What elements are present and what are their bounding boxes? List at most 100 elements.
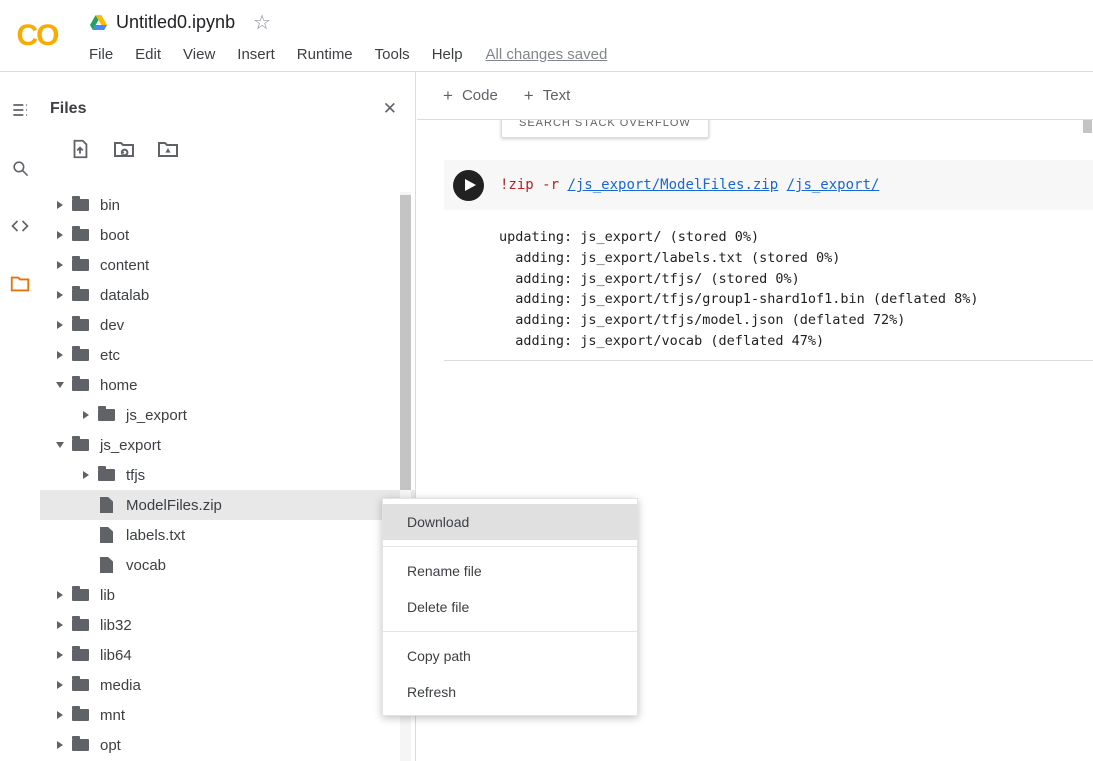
chevron-right-icon[interactable]	[50, 340, 70, 370]
menu-divider	[383, 546, 637, 547]
tree-item-home[interactable]: home	[40, 370, 415, 400]
refresh-folder-icon[interactable]	[111, 136, 137, 162]
chevron-right-icon[interactable]	[50, 580, 70, 610]
chevron-placeholder	[76, 490, 96, 520]
tree-item-lib64[interactable]: lib64	[40, 640, 415, 670]
context-menu-item-rename-file[interactable]: Rename file	[383, 553, 637, 589]
menu-tools[interactable]: Tools	[364, 41, 421, 68]
context-menu-item-copy-path[interactable]: Copy path	[383, 638, 637, 674]
tree-item-home-js-export[interactable]: js_export	[40, 400, 415, 430]
path-link-2[interactable]: /js_export/	[787, 177, 880, 193]
chevron-right-icon[interactable]	[76, 400, 96, 430]
tree-item-mnt[interactable]: mnt	[40, 700, 415, 730]
chevron-right-icon[interactable]	[50, 190, 70, 220]
tree-item-label: dev	[100, 317, 124, 334]
chevron-right-icon[interactable]	[50, 310, 70, 340]
tree-item-label: media	[100, 677, 141, 694]
chevron-right-icon[interactable]	[50, 250, 70, 280]
tree-item-dev[interactable]: dev	[40, 310, 415, 340]
tree-item-opt[interactable]: opt	[40, 730, 415, 760]
chevron-down-icon[interactable]	[50, 370, 70, 400]
notebook-title[interactable]: Untitled0.ipynb	[116, 12, 235, 33]
chevron-right-icon[interactable]	[50, 610, 70, 640]
tree-item-content[interactable]: content	[40, 250, 415, 280]
folder-icon	[98, 469, 115, 481]
tree-item-media[interactable]: media	[40, 670, 415, 700]
chevron-right-icon[interactable]	[50, 700, 70, 730]
mount-drive-icon[interactable]	[155, 136, 181, 162]
add-text-label: Text	[543, 87, 571, 104]
tree-item-label: bin	[100, 197, 120, 214]
tree-item-labels-txt[interactable]: labels.txt	[40, 520, 415, 550]
menu-divider	[383, 631, 637, 632]
path-link-1[interactable]: /js_export/ModelFiles.zip	[567, 177, 778, 193]
menu-file[interactable]: File	[78, 41, 124, 68]
code-cell[interactable]: !zip -r /js_export/ModelFiles.zip /js_ex…	[444, 160, 1093, 361]
context-menu-item-refresh[interactable]: Refresh	[383, 674, 637, 710]
tree-item-label: vocab	[126, 557, 166, 574]
search-icon[interactable]	[6, 154, 34, 182]
tree-item-bin[interactable]: bin	[40, 190, 415, 220]
app-header: CO Untitled0.ipynb ☆ File Edit View Inse…	[0, 0, 1093, 72]
context-menu-item-download[interactable]: Download	[383, 504, 637, 540]
colab-logo[interactable]: CO	[0, 0, 74, 72]
colab-window: CO Untitled0.ipynb ☆ File Edit View Inse…	[0, 0, 1093, 761]
tree-item-etc[interactable]: etc	[40, 340, 415, 370]
plus-icon: +	[443, 86, 453, 106]
chevron-right-icon[interactable]	[50, 220, 70, 250]
context-menu: Download Rename file Delete file Copy pa…	[382, 498, 638, 716]
tree-item-label: js_export	[126, 407, 187, 424]
notebook-scrollbar-thumb[interactable]	[1083, 120, 1092, 133]
files-panel-title: Files	[50, 98, 86, 120]
menu-runtime[interactable]: Runtime	[286, 41, 364, 68]
folder-icon	[72, 289, 89, 301]
chevron-right-icon[interactable]	[50, 640, 70, 670]
close-icon[interactable]: ✕	[383, 99, 397, 119]
add-code-button[interactable]: + Code	[431, 78, 510, 114]
tree-item-label: ModelFiles.zip	[126, 497, 222, 514]
star-icon[interactable]: ☆	[253, 10, 271, 35]
tree-item-tfjs[interactable]: tfjs	[40, 460, 415, 490]
folder-icon	[72, 229, 89, 241]
cell-code-area[interactable]: !zip -r /js_export/ModelFiles.zip /js_ex…	[444, 160, 1093, 210]
tree-item-label: datalab	[100, 287, 149, 304]
shell-command: !zip -r	[500, 177, 567, 193]
cell-code-text[interactable]: !zip -r /js_export/ModelFiles.zip /js_ex…	[500, 177, 879, 193]
tree-item-label: boot	[100, 227, 129, 244]
upload-file-icon[interactable]	[67, 136, 93, 162]
menubar: File Edit View Insert Runtime Tools Help…	[78, 38, 1093, 70]
files-folder-icon[interactable]	[6, 270, 34, 298]
tree-item-datalab[interactable]: datalab	[40, 280, 415, 310]
menu-edit[interactable]: Edit	[124, 41, 172, 68]
files-scrollbar-thumb[interactable]	[400, 195, 411, 490]
tree-item-lib[interactable]: lib	[40, 580, 415, 610]
folder-icon	[72, 259, 89, 271]
search-stack-overflow-button[interactable]: SEARCH STACK OVERFLOW	[501, 120, 709, 138]
chevron-right-icon[interactable]	[50, 670, 70, 700]
context-menu-item-delete-file[interactable]: Delete file	[383, 589, 637, 625]
folder-icon	[72, 679, 89, 691]
plus-icon: +	[524, 86, 534, 106]
tree-item-vocab[interactable]: vocab	[40, 550, 415, 580]
add-text-button[interactable]: + Text	[512, 78, 582, 114]
tree-item-label: opt	[100, 737, 121, 754]
tree-item-label: lib32	[100, 617, 132, 634]
folder-icon	[72, 739, 89, 751]
menu-help[interactable]: Help	[421, 41, 474, 68]
tree-item-lib32[interactable]: lib32	[40, 610, 415, 640]
code-snippets-icon[interactable]	[6, 212, 34, 240]
table-of-contents-icon[interactable]	[6, 96, 34, 124]
menu-view[interactable]: View	[172, 41, 226, 68]
chevron-down-icon[interactable]	[50, 430, 70, 460]
menu-insert[interactable]: Insert	[226, 41, 286, 68]
run-cell-button[interactable]	[453, 170, 484, 201]
tree-item-label: mnt	[100, 707, 125, 724]
tree-item-js-export[interactable]: js_export	[40, 430, 415, 460]
chevron-right-icon[interactable]	[50, 280, 70, 310]
tree-item-modelfiles-zip[interactable]: ModelFiles.zip	[40, 490, 415, 520]
save-status[interactable]: All changes saved	[486, 46, 608, 63]
folder-icon	[72, 379, 89, 391]
chevron-right-icon[interactable]	[76, 460, 96, 490]
tree-item-boot[interactable]: boot	[40, 220, 415, 250]
chevron-right-icon[interactable]	[50, 730, 70, 760]
